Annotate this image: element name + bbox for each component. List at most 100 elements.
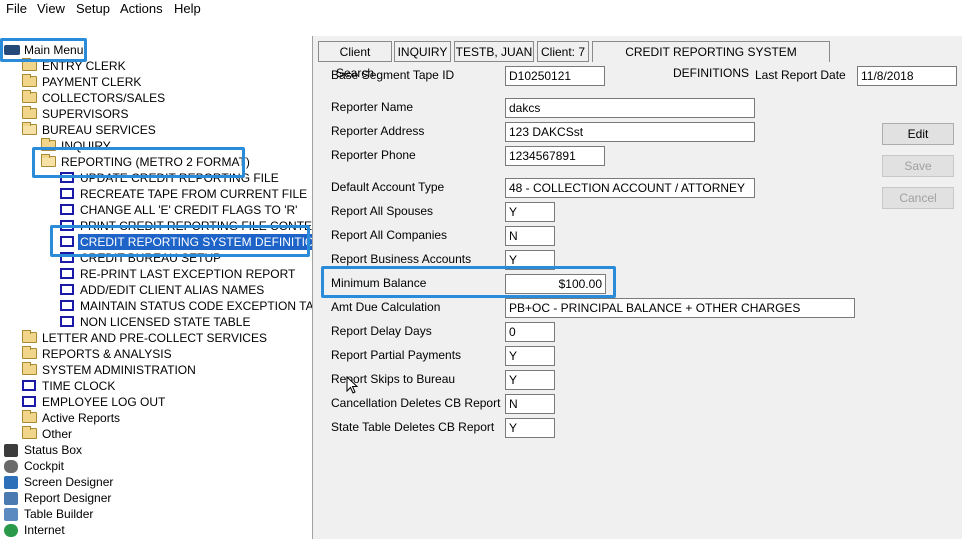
save-button[interactable]: Save (882, 155, 954, 177)
default-type-label: Default Account Type (331, 180, 445, 194)
tree-label: Internet (24, 523, 65, 537)
folder-icon (22, 410, 37, 423)
cancel-deletes-field[interactable]: N (505, 394, 555, 414)
tree-label: BUREAU SERVICES (42, 123, 156, 137)
tree-item-reports-analysis[interactable]: REPORTS & ANALYSIS (22, 346, 272, 362)
reporter-address-field[interactable]: 123 DAKCSst (505, 122, 755, 142)
state-deletes-label: State Table Deletes CB Report (331, 420, 495, 434)
tree-item-time-clock[interactable]: TIME CLOCK (22, 378, 272, 394)
reporter-phone-field[interactable]: 1234567891 (505, 146, 605, 166)
cancel-button[interactable]: Cancel (882, 187, 954, 209)
tree-label: Cockpit (24, 459, 65, 473)
folder-icon (22, 330, 37, 343)
reporter-phone-label: Reporter Phone (331, 148, 416, 162)
highlight-main-menu (0, 38, 87, 62)
tab-client-number[interactable]: Client: 7 (537, 41, 589, 62)
document-icon (60, 268, 74, 279)
tree-label: Other (42, 427, 73, 441)
tree-item-report-designer[interactable]: Report Designer (4, 490, 204, 506)
tree-item-alias-names[interactable]: ADD/EDIT CLIENT ALIAS NAMES (60, 282, 310, 298)
reporter-name-label: Reporter Name (331, 100, 414, 114)
tab-client-name[interactable]: TESTB, JUAN (454, 41, 534, 62)
table-builder-icon (4, 508, 18, 521)
screen-designer-icon (4, 476, 18, 489)
menu-file[interactable]: File (6, 1, 27, 16)
tree-label: CHANGE ALL 'E' CREDIT FLAGS TO 'R' (80, 203, 298, 217)
default-type-field[interactable]: 48 - COLLECTION ACCOUNT / ATTORNEY (505, 178, 755, 198)
tree-item-non-licensed[interactable]: NON LICENSED STATE TABLE (60, 314, 310, 330)
tree-label: RE-PRINT LAST EXCEPTION REPORT (80, 267, 296, 281)
document-icon (22, 380, 36, 391)
document-icon (60, 300, 74, 311)
companies-field[interactable]: N (505, 226, 555, 246)
amt-due-field[interactable]: PB+OC - PRINCIPAL BALANCE + OTHER CHARGE… (505, 298, 855, 318)
delay-days-field[interactable]: 0 (505, 322, 555, 342)
navigation-tree[interactable]: Main Menu ENTRY CLERK PAYMENT CLERK COLL… (0, 36, 313, 539)
tree-item-cockpit[interactable]: Cockpit (4, 458, 204, 474)
tree-item-employee-logout[interactable]: EMPLOYEE LOG OUT (22, 394, 272, 410)
menu-bar: File View Setup Actions Help (0, 0, 962, 18)
tree-item-supervisors[interactable]: SUPERVISORS (22, 106, 222, 122)
document-icon (60, 316, 74, 327)
tree-label: LETTER AND PRE-COLLECT SERVICES (42, 331, 267, 345)
tree-item-collectors-sales[interactable]: COLLECTORS/SALES (22, 90, 222, 106)
tree-item-status-exception[interactable]: MAINTAIN STATUS CODE EXCEPTION TABLE (60, 298, 312, 314)
status-box-icon (4, 444, 18, 457)
tree-label: TIME CLOCK (42, 379, 116, 393)
tree-label: NON LICENSED STATE TABLE (80, 315, 251, 329)
tab-credit-reporting-definitions[interactable]: CREDIT REPORTING SYSTEM DEFINITIONS (592, 41, 830, 80)
highlight-min-balance (321, 266, 616, 298)
tree-label: COLLECTORS/SALES (42, 91, 166, 105)
highlight-system-definitions (50, 225, 310, 257)
tree-label: Screen Designer (24, 475, 114, 489)
tab-client-search[interactable]: Client Search (318, 41, 392, 80)
state-deletes-field[interactable]: Y (505, 418, 555, 438)
tree-item-letter-precollect[interactable]: LETTER AND PRE-COLLECT SERVICES (22, 330, 272, 346)
tree-label: PAYMENT CLERK (42, 75, 142, 89)
menu-actions[interactable]: Actions (120, 1, 163, 16)
document-icon (60, 284, 74, 295)
tree-item-screen-designer[interactable]: Screen Designer (4, 474, 204, 490)
tree-item-reprint-exception[interactable]: RE-PRINT LAST EXCEPTION REPORT (60, 266, 310, 282)
document-icon (60, 188, 74, 199)
tree-label: Report Designer (24, 491, 112, 505)
last-report-label: Last Report Date (755, 68, 846, 82)
tree-label: Active Reports (42, 411, 121, 425)
partial-payments-label: Report Partial Payments (331, 348, 462, 362)
tree-label: REPORTS & ANALYSIS (42, 347, 172, 361)
tree-item-table-builder[interactable]: Table Builder (4, 506, 204, 522)
skips-field[interactable]: Y (505, 370, 555, 390)
base-segment-label: Base Segment Tape ID (331, 68, 455, 82)
tree-item-change-flags[interactable]: CHANGE ALL 'E' CREDIT FLAGS TO 'R' (60, 202, 310, 218)
spouses-field[interactable]: Y (505, 202, 555, 222)
menu-setup[interactable]: Setup (76, 1, 110, 16)
folder-icon (22, 346, 37, 359)
tree-label: SUPERVISORS (42, 107, 129, 121)
base-segment-field[interactable]: D10250121 (505, 66, 605, 86)
tree-item-bureau-services[interactable]: BUREAU SERVICES (22, 122, 222, 138)
edit-button[interactable]: Edit (882, 123, 954, 145)
folder-open-icon (22, 122, 37, 135)
tab-inquiry[interactable]: INQUIRY (394, 41, 451, 62)
delay-days-label: Report Delay Days (331, 324, 432, 338)
menu-view[interactable]: View (37, 1, 65, 16)
reporter-address-label: Reporter Address (331, 124, 425, 138)
report-designer-icon (4, 492, 18, 505)
reporter-name-field[interactable]: dakcs (505, 98, 755, 118)
document-icon (60, 204, 74, 215)
tree-item-internet[interactable]: Internet (4, 522, 204, 538)
partial-payments-field[interactable]: Y (505, 346, 555, 366)
tree-item-status-box[interactable]: Status Box (4, 442, 204, 458)
tree-item-other[interactable]: Other (22, 426, 272, 442)
mouse-cursor-icon (346, 376, 358, 394)
folder-icon (22, 106, 37, 119)
last-report-field[interactable]: 11/8/2018 (857, 66, 957, 86)
tree-label: RECREATE TAPE FROM CURRENT FILE (80, 187, 308, 201)
tree-item-recreate-tape[interactable]: RECREATE TAPE FROM CURRENT FILE (60, 186, 310, 202)
document-icon (22, 396, 36, 407)
menu-help[interactable]: Help (174, 1, 201, 16)
tree-item-system-admin[interactable]: SYSTEM ADMINISTRATION (22, 362, 272, 378)
tree-item-active-reports[interactable]: Active Reports (22, 410, 272, 426)
tree-label: ADD/EDIT CLIENT ALIAS NAMES (80, 283, 265, 297)
tree-item-payment-clerk[interactable]: PAYMENT CLERK (22, 74, 222, 90)
